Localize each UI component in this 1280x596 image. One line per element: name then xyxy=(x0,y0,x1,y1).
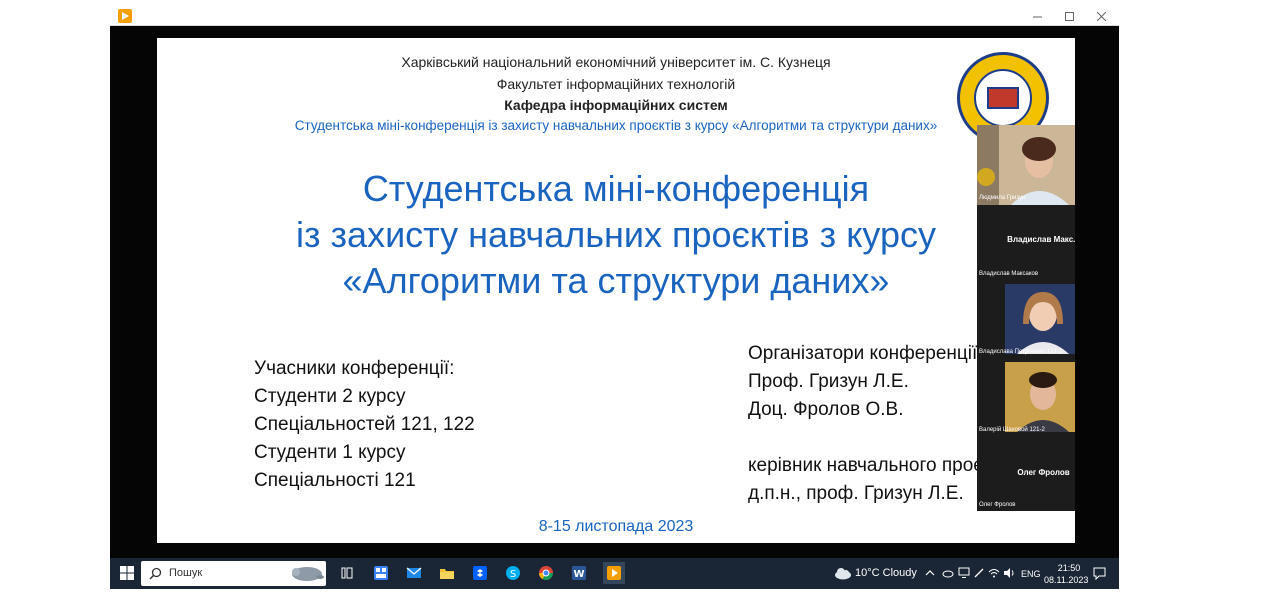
participant-video xyxy=(1005,284,1075,354)
search-placeholder: Пошук xyxy=(169,567,203,579)
volume-icon[interactable] xyxy=(1003,567,1015,579)
participant-tile[interactable]: Людмила Гризун xyxy=(977,125,1075,205)
minimize-icon[interactable] xyxy=(1021,6,1053,26)
search-icon xyxy=(149,567,162,580)
notification-icon[interactable] xyxy=(1093,567,1106,580)
chevron-up-icon[interactable] xyxy=(925,568,935,578)
clock-date[interactable]: 08.11.2023 xyxy=(1044,575,1088,585)
presentation-stage: Харківський національний економічний уні… xyxy=(110,26,1119,558)
participant-tile[interactable]: Валерій Шаховой 121-2 xyxy=(977,358,1075,436)
participant-tile[interactable]: Владислава Петріченко 121-2 xyxy=(977,280,1075,358)
participant-center-label: Владислав Макс... xyxy=(1007,235,1075,244)
participant-video xyxy=(1005,362,1075,432)
participants-heading: Учасники конференції: xyxy=(254,358,455,379)
language-indicator[interactable]: ENG xyxy=(1021,569,1041,579)
manatee-search-highlight-icon xyxy=(292,567,324,581)
university-name: Харківський національний економічний уні… xyxy=(401,54,831,70)
slide: Харківський національний економічний уні… xyxy=(157,38,1075,543)
participant-center-label: Олег Фролов xyxy=(1017,468,1070,477)
participant-name: Владислав Максаков xyxy=(979,271,1039,277)
close-icon[interactable] xyxy=(1085,6,1117,26)
file-explorer-icon[interactable] xyxy=(438,564,456,582)
participant-video xyxy=(977,125,1075,205)
taskbar-search-box[interactable]: Пошук xyxy=(141,561,326,586)
active-app-icon[interactable] xyxy=(603,562,625,584)
faculty-name: Факультет інформаційних технологій xyxy=(496,76,736,92)
participant-name: Людмила Гризун xyxy=(979,195,1026,201)
windows-start-icon[interactable] xyxy=(118,564,136,582)
chrome-icon[interactable] xyxy=(537,564,555,582)
conference-dates: 8-15 листопада 2023 xyxy=(538,518,694,535)
monitor-icon[interactable] xyxy=(958,567,970,579)
wifi-icon[interactable] xyxy=(988,567,1000,579)
mail-icon[interactable] xyxy=(405,564,423,582)
cloud-sync-icon[interactable] xyxy=(942,567,954,579)
department-name: Кафедра інформаційних систем xyxy=(504,97,728,113)
weather-status[interactable]: 10°C Cloudy xyxy=(855,567,917,579)
svg-text:S: S xyxy=(510,569,516,580)
participant-tile[interactable]: Олег Фролов Олег Фролов xyxy=(977,436,1075,511)
slide-title-line2: із захисту навчальних проєктів з курсу xyxy=(296,214,936,255)
widgets-icon[interactable] xyxy=(372,564,390,582)
presentation-window: Харківський національний економічний уні… xyxy=(110,6,1119,589)
participants-line: Студенти 1 курсу xyxy=(254,442,406,463)
word-icon[interactable]: W xyxy=(570,564,588,582)
pen-icon[interactable] xyxy=(973,567,985,579)
participants-line: Спеціальностей 121, 122 xyxy=(254,414,475,435)
participant-name: Владислава Петріченко 121-2 xyxy=(979,349,1063,355)
skype-icon[interactable]: S xyxy=(504,564,522,582)
app-icon xyxy=(118,9,132,23)
logo-book-icon xyxy=(987,87,1019,109)
participant-name: Олег Фролов xyxy=(979,502,1016,508)
task-view-icon[interactable] xyxy=(338,564,356,582)
participants-line: Спеціальності 121 xyxy=(254,470,416,491)
logo-emblem xyxy=(974,69,1032,127)
windows-taskbar: Пошук S W 10°C Cloudy ENG 21:50 08.11.20… xyxy=(110,558,1119,589)
slide-title-line1: Студентська міні-конференція xyxy=(362,168,870,209)
participants-gallery[interactable]: Людмила Гризун Владислав Макс... Владисл… xyxy=(977,125,1075,511)
clock-time[interactable]: 21:50 xyxy=(1052,563,1086,573)
slide-title-line3: «Алгоритми та структури даних» xyxy=(342,260,890,301)
svg-text:W: W xyxy=(573,569,584,580)
participants-line: Студенти 2 курсу xyxy=(254,386,406,407)
participant-name: Валерій Шаховой 121-2 xyxy=(979,427,1045,433)
cloud-icon xyxy=(835,568,851,580)
dropbox-icon[interactable] xyxy=(471,564,489,582)
conference-subtitle: Студентська міні-конференція із захисту … xyxy=(294,118,938,133)
window-titlebar[interactable] xyxy=(110,6,1119,26)
participants-block: Учасники конференції: Студенти 2 курсу С… xyxy=(254,355,584,495)
participant-tile[interactable]: Владислав Макс... Владислав Максаков xyxy=(977,205,1075,280)
maximize-icon[interactable] xyxy=(1053,6,1085,26)
